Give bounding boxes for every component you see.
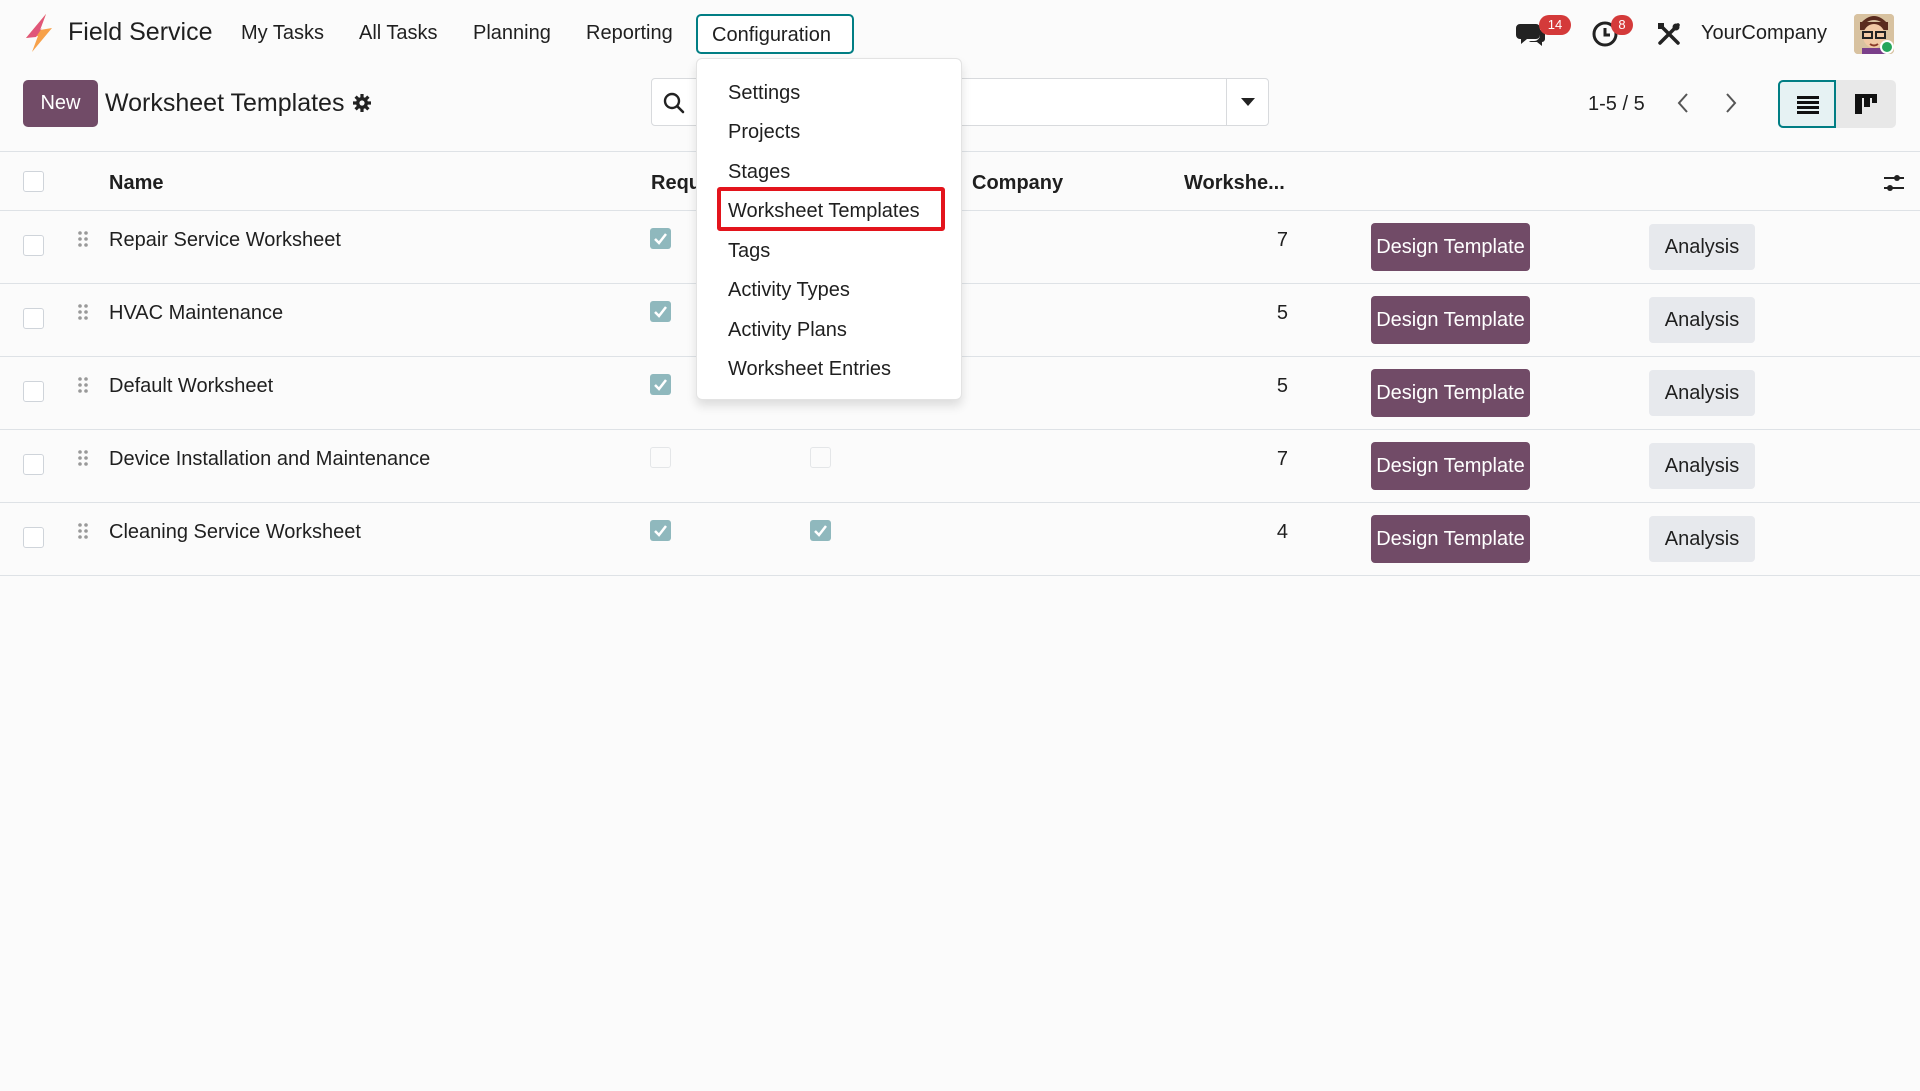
row-name[interactable]: Cleaning Service Worksheet bbox=[109, 521, 361, 544]
highlight-box bbox=[717, 187, 945, 231]
select-all-checkbox[interactable] bbox=[23, 171, 44, 192]
chevron-right-icon[interactable] bbox=[1724, 92, 1738, 114]
new-button[interactable]: New bbox=[23, 80, 98, 127]
analysis-button[interactable]: Analysis bbox=[1649, 224, 1755, 270]
chevron-left-icon[interactable] bbox=[1676, 92, 1690, 114]
pager-value[interactable]: 1-5 / 5 bbox=[1588, 93, 1645, 116]
kanban-view-button[interactable] bbox=[1836, 80, 1896, 128]
kanban-view-icon bbox=[1855, 94, 1877, 114]
check-icon bbox=[654, 233, 667, 245]
row-checkbox[interactable] bbox=[23, 308, 44, 329]
row-divider bbox=[0, 502, 1920, 503]
analysis-button[interactable]: Analysis bbox=[1649, 443, 1755, 489]
column-header-name[interactable]: Name bbox=[109, 172, 163, 195]
company-switcher[interactable]: YourCompany bbox=[1701, 22, 1827, 45]
nav-reporting[interactable]: Reporting bbox=[586, 22, 673, 45]
list-view-icon bbox=[1797, 96, 1819, 114]
nav-all-tasks[interactable]: All Tasks bbox=[359, 22, 438, 45]
nav-configuration[interactable]: Configuration bbox=[696, 14, 854, 54]
check-icon bbox=[654, 525, 667, 537]
search-options-toggle[interactable] bbox=[1226, 79, 1268, 125]
nav-my-tasks[interactable]: My Tasks bbox=[241, 22, 324, 45]
drag-handle-icon[interactable] bbox=[77, 376, 89, 394]
required-checkbox-unchecked bbox=[650, 447, 671, 468]
check-icon bbox=[654, 379, 667, 391]
row-checkbox[interactable] bbox=[23, 527, 44, 548]
analysis-button[interactable]: Analysis bbox=[1649, 516, 1755, 562]
column-header-required[interactable]: Requ bbox=[651, 172, 701, 195]
check-icon bbox=[814, 525, 827, 537]
row-checkbox[interactable] bbox=[23, 235, 44, 256]
design-template-button[interactable]: Design Template bbox=[1371, 223, 1530, 271]
drag-handle-icon[interactable] bbox=[77, 522, 89, 540]
menu-item-projects[interactable]: Projects bbox=[728, 121, 800, 144]
worksheet-count: 7 bbox=[1276, 229, 1288, 251]
row-name[interactable]: Repair Service Worksheet bbox=[109, 229, 341, 252]
tools-icon[interactable] bbox=[1657, 22, 1681, 46]
check-icon bbox=[654, 306, 667, 318]
required-checkbox-checked bbox=[650, 374, 671, 395]
row-name[interactable]: HVAC Maintenance bbox=[109, 302, 283, 325]
activities-badge: 8 bbox=[1611, 15, 1633, 35]
analysis-button[interactable]: Analysis bbox=[1649, 297, 1755, 343]
required-checkbox-checked bbox=[650, 228, 671, 249]
page-title: Worksheet Templates bbox=[105, 89, 345, 117]
worksheet-count: 4 bbox=[1276, 521, 1288, 543]
menu-item-activity-plans[interactable]: Activity Plans bbox=[728, 319, 847, 342]
online-status-dot bbox=[1880, 40, 1894, 54]
nav-planning[interactable]: Planning bbox=[473, 22, 551, 45]
worksheet-count: 5 bbox=[1276, 302, 1288, 324]
design-template-button[interactable]: Design Template bbox=[1371, 515, 1530, 563]
app-name[interactable]: Field Service bbox=[68, 18, 213, 47]
design-template-button[interactable]: Design Template bbox=[1371, 369, 1530, 417]
column-header-company[interactable]: Company bbox=[972, 172, 1063, 195]
row-checkbox[interactable] bbox=[23, 381, 44, 402]
menu-item-worksheet-entries[interactable]: Worksheet Entries bbox=[728, 358, 891, 381]
messages-badge: 14 bbox=[1539, 15, 1571, 35]
row-divider bbox=[0, 429, 1920, 430]
column-checkbox-unchecked bbox=[810, 447, 831, 468]
drag-handle-icon[interactable] bbox=[77, 449, 89, 467]
drag-handle-icon[interactable] bbox=[77, 230, 89, 248]
row-name[interactable]: Device Installation and Maintenance bbox=[109, 448, 430, 471]
search-icon[interactable] bbox=[663, 92, 685, 114]
row-divider bbox=[0, 575, 1920, 576]
gear-icon[interactable] bbox=[353, 94, 371, 112]
design-template-button[interactable]: Design Template bbox=[1371, 296, 1530, 344]
configuration-dropdown-menu: Settings Projects Stages Worksheet Templ… bbox=[696, 58, 962, 400]
caret-down-icon bbox=[1241, 98, 1255, 106]
worksheet-count: 5 bbox=[1276, 375, 1288, 397]
row-checkbox[interactable] bbox=[23, 454, 44, 475]
field-service-logo-icon[interactable] bbox=[22, 14, 54, 52]
row-name[interactable]: Default Worksheet bbox=[109, 375, 273, 398]
column-checkbox-checked bbox=[810, 520, 831, 541]
optional-columns-icon[interactable] bbox=[1883, 172, 1905, 194]
column-header-worksheets[interactable]: Workshe... bbox=[1184, 172, 1285, 195]
worksheet-count: 7 bbox=[1276, 448, 1288, 470]
drag-handle-icon[interactable] bbox=[77, 303, 89, 321]
menu-item-tags[interactable]: Tags bbox=[728, 240, 770, 263]
menu-item-activity-types[interactable]: Activity Types bbox=[728, 279, 850, 302]
design-template-button[interactable]: Design Template bbox=[1371, 442, 1530, 490]
required-checkbox-checked bbox=[650, 520, 671, 541]
list-view-button[interactable] bbox=[1778, 80, 1836, 128]
required-checkbox-checked bbox=[650, 301, 671, 322]
menu-item-stages[interactable]: Stages bbox=[728, 161, 790, 184]
menu-item-settings[interactable]: Settings bbox=[728, 82, 800, 105]
analysis-button[interactable]: Analysis bbox=[1649, 370, 1755, 416]
top-navbar: Field Service My Tasks All Tasks Plannin… bbox=[0, 0, 1920, 68]
